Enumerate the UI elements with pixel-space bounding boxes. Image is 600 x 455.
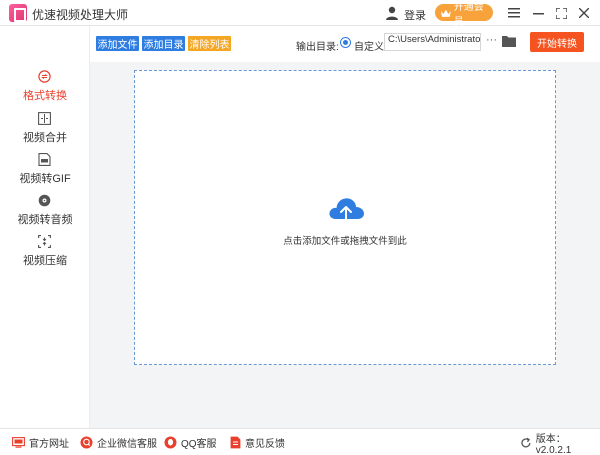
custom-radio-label[interactable]: 自定义 [354,38,384,53]
start-convert-button[interactable]: 开始转换 [530,32,584,52]
wechat-support-label: 企业微信客服 [97,439,157,450]
video-merge-icon [38,112,51,125]
sidebar: 格式转换 视频合并 视频转GIF 视频转音频 视频压缩 [0,26,90,428]
refresh-icon [521,437,531,447]
maximize-button[interactable] [552,4,570,22]
version-label: 版本：v2.0.2.1 [535,433,572,455]
minimize-icon [532,13,544,15]
sidebar-item-video-to-gif[interactable]: 视频转GIF [0,153,90,193]
toolbar: 添加文件 添加目录 清除列表 输出目录: 自定义 C:\Users\Admini… [90,26,600,62]
title-bar: 优速视频处理大师 登录 开通会员 [0,0,600,28]
feedback-label: 意见反馈 [245,439,285,450]
output-path-input[interactable]: C:\Users\Administrator [384,33,481,51]
sidebar-item-label: 视频压缩 [23,255,67,267]
sidebar-item-label: 视频转音频 [17,214,73,226]
qq-support-label: QQ客服 [181,439,217,450]
sidebar-item-label: 格式转换 [23,90,67,102]
add-file-button[interactable]: 添加文件 [96,36,139,51]
user-icon[interactable] [384,5,400,21]
sidebar-item-label: 视频转GIF [19,173,71,185]
website-icon [12,437,25,448]
sidebar-item-video-to-audio[interactable]: 视频转音频 [0,194,90,234]
expand-icon [555,7,567,19]
clear-list-button[interactable]: 清除列表 [188,36,231,51]
close-button[interactable] [575,4,593,22]
sidebar-item-format-convert[interactable]: 格式转换 [0,70,90,110]
drop-hint-text: 点击添加文件或拖拽文件到此 [283,236,407,247]
wechat-support-icon [80,436,93,449]
vip-button[interactable]: 开通会员 [435,2,493,28]
vip-label: 开通会员 [453,1,484,28]
file-drop-zone[interactable]: 点击添加文件或拖拽文件到此 [134,70,556,365]
cloud-upload-icon [329,198,364,224]
app-title: 优速视频处理大师 [32,8,129,22]
footer: 官方网址 企业微信客服 QQ客服 意见反馈 版本：v2.0.2.1 [0,428,600,455]
feedback-link[interactable]: 意见反馈 [230,436,285,450]
official-website-link[interactable]: 官方网址 [12,436,69,450]
qq-support-link[interactable]: QQ客服 [164,436,217,450]
close-icon [579,8,589,18]
qq-icon [164,436,177,449]
menu-button[interactable] [505,4,523,22]
website-label: 官方网址 [29,439,69,450]
sidebar-item-video-compress[interactable]: 视频压缩 [0,235,90,275]
feedback-icon [230,436,241,449]
version-info[interactable]: 版本：v2.0.2.1 [520,434,600,455]
custom-radio[interactable] [340,37,351,48]
output-dir-label: 输出目录: [296,42,339,53]
add-directory-button[interactable]: 添加目录 [142,36,185,51]
sidebar-item-video-merge[interactable]: 视频合并 [0,112,90,152]
login-link[interactable]: 登录 [404,7,426,23]
hamburger-icon [508,8,520,18]
sidebar-item-label: 视频合并 [23,132,67,144]
folder-icon[interactable] [502,35,516,47]
gif-file-icon [38,153,51,166]
wechat-support-link[interactable]: 企业微信客服 [80,436,157,450]
browse-more-button[interactable]: ··· [486,34,498,48]
audio-disc-icon [38,194,51,207]
format-convert-icon [38,70,51,83]
compress-icon [38,235,51,248]
crown-icon [440,9,451,17]
minimize-button[interactable] [529,4,547,22]
app-logo-icon [9,4,27,22]
